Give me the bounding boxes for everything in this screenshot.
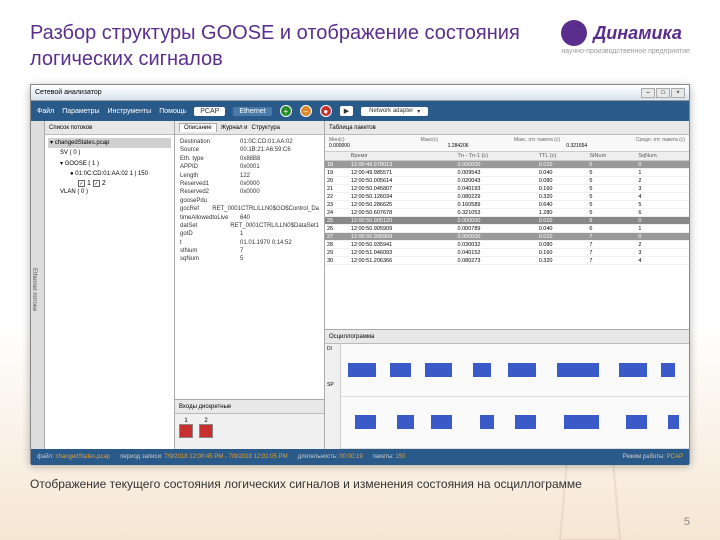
menu-help[interactable]: Помощь: [159, 108, 186, 115]
checkbox-2[interactable]: ✓: [93, 180, 100, 187]
discrete-input-2[interactable]: [199, 424, 213, 438]
menu-file[interactable]: Файл: [37, 108, 54, 115]
desc-body: Destination01:0C:CD:01:AA:02Source00:1B:…: [175, 135, 324, 399]
statusbar: файл: changedStates.pcap период записи: …: [31, 449, 689, 465]
table-row[interactable]: 2712:00:50.9059090.0000000.01070: [325, 233, 689, 241]
tree-sv[interactable]: SV ( 0 ): [58, 148, 171, 158]
oscillogram[interactable]: [341, 344, 689, 449]
desc-tabs: Описание Журнал и Структура: [175, 121, 324, 135]
table-row[interactable]: 3012:00:51.2063660.0802730.32074: [325, 257, 689, 265]
table-row[interactable]: 2312:00:50.2866250.1605890.64055: [325, 201, 689, 209]
chevron-down-icon: ▾: [417, 108, 420, 115]
adapter-select[interactable]: Network adapter▾: [361, 107, 428, 116]
slide-caption: Отображение текущего состояния логически…: [30, 476, 690, 493]
page-number: 5: [684, 516, 690, 528]
table-row[interactable]: 2012:00:50.0056140.0200430.08052: [325, 177, 689, 185]
tree-goose[interactable]: ▾ GOOSE ( 1 ): [58, 159, 171, 169]
app-window: Сетевой анализатор – □ × Файл Параметры …: [30, 84, 690, 464]
record-stop-icon[interactable]: ●: [320, 105, 332, 117]
table-row[interactable]: 2112:00:50.0458070.0401930.16053: [325, 185, 689, 193]
checkbox-1[interactable]: ✓: [78, 180, 85, 187]
table-row[interactable]: 2212:00:50.1260340.0802290.32054: [325, 193, 689, 201]
menu-params[interactable]: Параметры: [62, 108, 99, 115]
tab-struct[interactable]: Структура: [252, 125, 280, 131]
record-start-icon[interactable]: +: [280, 105, 292, 117]
window-title: Сетевой анализатор: [35, 89, 102, 96]
table-row[interactable]: 2412:00:50.6076780.3210531.28056: [325, 209, 689, 217]
menubar: Файл Параметры Инструменты Помощь PCAP E…: [31, 101, 689, 121]
minimize-button[interactable]: –: [641, 88, 655, 98]
oscillo-header: Осциллограмма: [325, 330, 689, 344]
maximize-button[interactable]: □: [656, 88, 670, 98]
tab-desc[interactable]: Описание: [179, 123, 217, 132]
packets-header: Таблица пакетов: [325, 121, 689, 135]
titlebar: Сетевой анализатор – □ ×: [31, 85, 689, 101]
brand-logo: Динамика научно-производственное предпри…: [561, 20, 690, 55]
oscillo-labels: Dl SP: [325, 344, 341, 449]
logo-icon: [561, 20, 587, 46]
discrete-input-1[interactable]: [179, 424, 193, 438]
streams-header: Список потоков: [45, 121, 174, 135]
ethernet-button[interactable]: Ethernet: [233, 107, 271, 116]
slide-title: Разбор структуры GOOSE и отображение сос…: [30, 20, 530, 72]
play-button[interactable]: ▶: [340, 106, 353, 116]
discrete-header: Входы дискретные: [175, 400, 324, 414]
tree-file[interactable]: ▾ changedStates.pcap: [48, 138, 171, 148]
timeline-ruler: Мин(с) Макс(с) Макс. отг. пакета (с) Сре…: [325, 135, 689, 152]
tree-vlan[interactable]: VLAN ( 0 ): [58, 187, 171, 197]
table-row[interactable]: 2912:00:51.0460930.0401520.16073: [325, 249, 689, 257]
close-button[interactable]: ×: [671, 88, 685, 98]
pcap-button[interactable]: PCAP: [194, 107, 225, 116]
tab-journal[interactable]: Журнал и: [221, 125, 248, 131]
table-row[interactable]: 1812:00:49.9780130.0000000.01050: [325, 161, 689, 169]
table-row[interactable]: 2612:00:50.9059090.0007890.04061: [325, 225, 689, 233]
sidebar-tab[interactable]: Ethernet потоки: [31, 121, 45, 449]
record-pause-icon[interactable]: –: [300, 105, 312, 117]
table-row[interactable]: 2512:00:50.9051200.0000000.01060: [325, 217, 689, 225]
packets-table[interactable]: Время Tn - Tn-1 (с) TTL (с) StNum SqNum …: [325, 152, 689, 265]
streams-tree: ▾ changedStates.pcap SV ( 0 ) ▾ GOOSE ( …: [45, 135, 174, 449]
table-row[interactable]: 2812:00:50.9359410.0300320.08072: [325, 241, 689, 249]
table-row[interactable]: 1912:00:49.9855710.0095430.04051: [325, 169, 689, 177]
tree-mac[interactable]: ● 01:0C:CD:01:AA:02 1 | 150: [68, 169, 171, 179]
menu-tools[interactable]: Инструменты: [108, 108, 152, 115]
